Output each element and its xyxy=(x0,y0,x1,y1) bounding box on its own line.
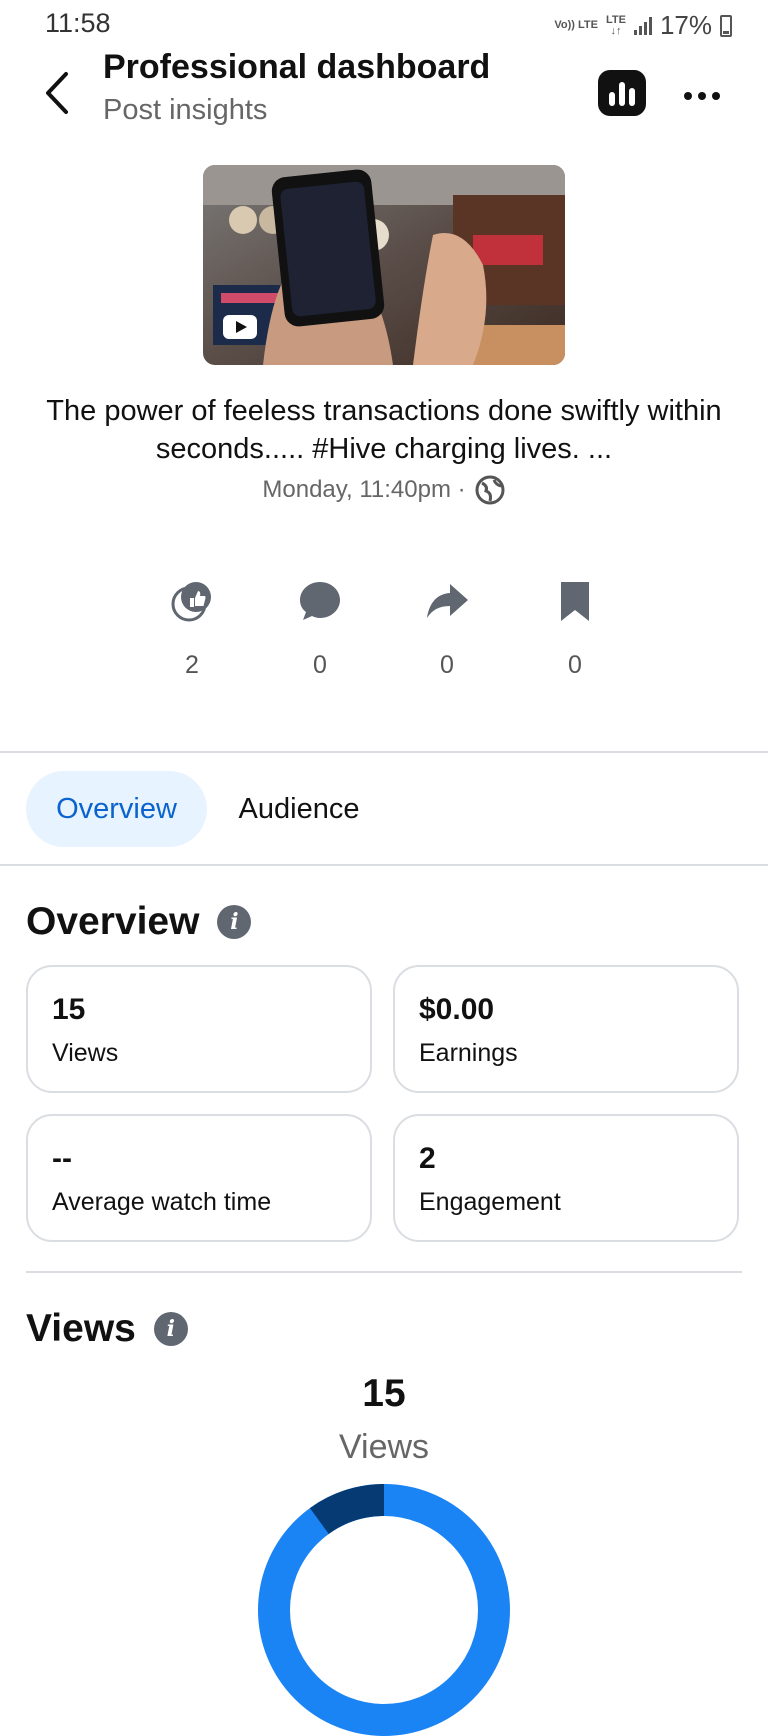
reactions-icon xyxy=(171,582,211,622)
globe-icon xyxy=(475,475,505,505)
page-title: Professional dashboard xyxy=(103,48,491,86)
card-value: 2 xyxy=(419,1142,436,1175)
info-icon[interactable]: i xyxy=(153,1312,188,1346)
earnings-card[interactable]: $0.00 Earnings xyxy=(393,965,739,1093)
card-value: -- xyxy=(52,1142,72,1175)
share-icon xyxy=(427,584,468,618)
video-play-icon xyxy=(223,315,257,339)
status-indicators: Vo)) LTE LTE ↓↑ 17% xyxy=(554,10,732,41)
views-card[interactable]: 15 Views xyxy=(26,965,372,1093)
views-total-label: Views xyxy=(338,1428,430,1466)
saves-count: 0 xyxy=(568,651,582,679)
views-total: 15 xyxy=(362,1372,406,1415)
comments-stat[interactable]: 0 xyxy=(280,578,360,680)
tab-audience[interactable]: Audience xyxy=(214,771,384,847)
engagement-card[interactable]: 2 Engagement xyxy=(393,1114,739,1242)
bookmark-icon xyxy=(561,582,589,621)
tab-overview[interactable]: Overview xyxy=(26,771,207,847)
reactions-stat[interactable]: 2 xyxy=(152,578,232,680)
video-thumbnail-image xyxy=(203,165,565,365)
views-heading: Views i xyxy=(26,1307,188,1351)
views-donut-chart xyxy=(258,1484,510,1736)
back-arrow-icon xyxy=(46,72,68,114)
post-thumbnail[interactable] xyxy=(203,165,565,365)
card-value: 15 xyxy=(52,993,86,1026)
post-meta: Monday, 11:40pm · xyxy=(0,474,768,506)
divider xyxy=(26,1271,742,1273)
card-label: Views xyxy=(52,1039,119,1067)
divider xyxy=(0,864,768,866)
shares-count: 0 xyxy=(440,651,454,679)
back-button[interactable] xyxy=(38,68,78,118)
insights-chart-button[interactable] xyxy=(598,70,646,116)
donut-segment-main xyxy=(258,1484,510,1736)
card-value: $0.00 xyxy=(419,993,495,1026)
comments-count: 0 xyxy=(313,651,327,679)
signal-icon xyxy=(633,16,652,35)
status-bar: 11:58 Vo)) LTE LTE ↓↑ 17% xyxy=(0,0,768,52)
battery-percent: 17% xyxy=(659,10,712,40)
more-dots-icon xyxy=(684,92,692,100)
post-caption: The power of feeless transactions done s… xyxy=(46,395,722,465)
views-title: Views xyxy=(26,1307,136,1350)
status-time: 11:58 xyxy=(45,8,111,38)
lte-indicator: LTE ↓↑ xyxy=(605,13,626,37)
info-icon[interactable]: i xyxy=(217,905,252,939)
battery-icon xyxy=(720,14,732,37)
card-label: Earnings xyxy=(419,1039,518,1067)
divider xyxy=(0,751,768,753)
saves-stat[interactable]: 0 xyxy=(535,578,615,680)
app-header: Professional dashboard Post insights xyxy=(0,48,768,138)
watch-time-card[interactable]: -- Average watch time xyxy=(26,1114,372,1242)
more-options-button[interactable] xyxy=(684,86,728,106)
reactions-count: 2 xyxy=(185,651,199,679)
post-date: Monday, 11:40pm · xyxy=(262,476,466,503)
card-label: Average watch time xyxy=(52,1188,272,1216)
network-indicator: Vo)) LTE xyxy=(554,20,598,31)
comment-icon xyxy=(300,582,340,620)
bar-chart-icon xyxy=(609,92,615,106)
lte-label: LTE xyxy=(605,13,626,26)
shares-stat[interactable]: 0 xyxy=(407,578,487,680)
network-label: Vo)) LTE xyxy=(554,19,598,31)
page-subtitle: Post insights xyxy=(103,94,268,126)
overview-heading: Overview i xyxy=(26,900,252,944)
data-arrows-icon: ↓↑ xyxy=(610,24,622,37)
card-label: Engagement xyxy=(419,1188,561,1216)
overview-title: Overview xyxy=(26,900,200,943)
